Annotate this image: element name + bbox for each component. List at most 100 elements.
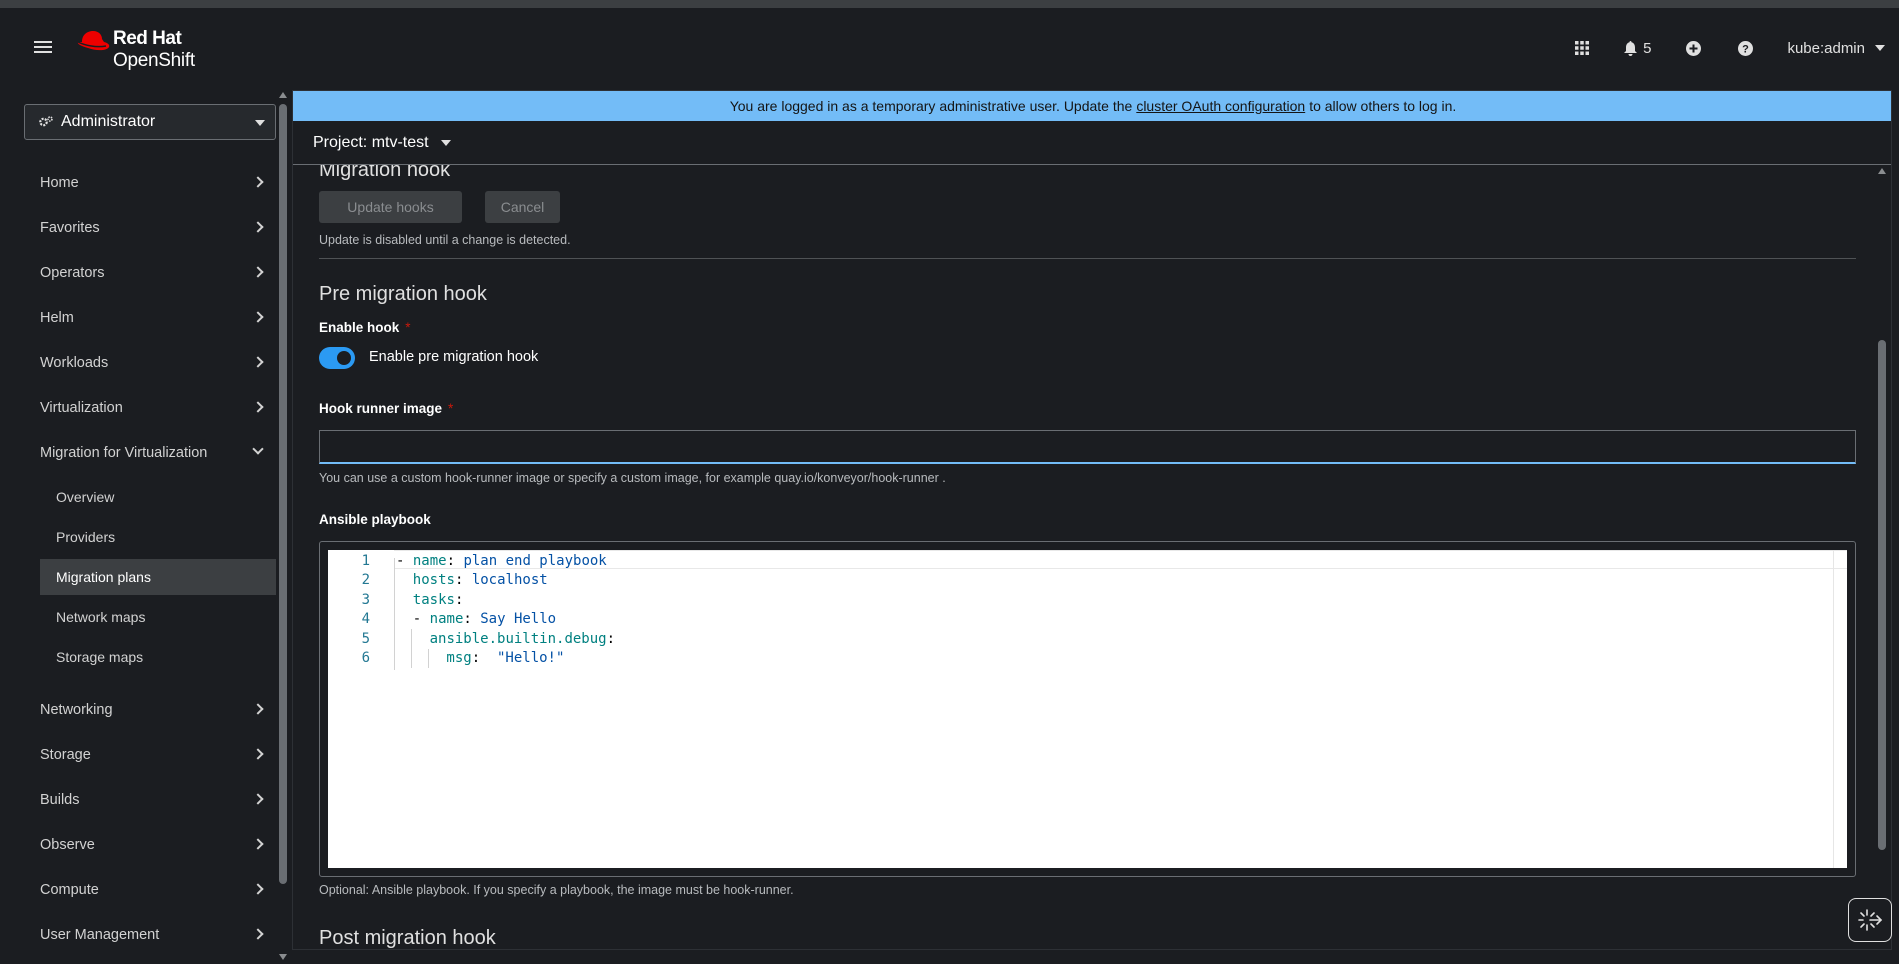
redhat-openshift-logo[interactable]: Red Hat OpenShift xyxy=(76,28,216,78)
code-line: 4 - name: Say Hello xyxy=(328,609,1828,629)
enable-pre-migration-hook-toggle[interactable] xyxy=(319,347,355,369)
yaml-colon: : xyxy=(463,611,481,627)
indent-guide xyxy=(394,609,395,629)
page-scrollbar[interactable] xyxy=(1876,164,1888,944)
yaml-colon: : xyxy=(606,630,616,647)
user-menu[interactable]: kube:admin xyxy=(1787,40,1885,57)
sidebar-subitem-overview[interactable]: Overview xyxy=(40,479,276,515)
perspective-switcher[interactable]: Administrator xyxy=(24,104,276,140)
sidebar-subitem-providers[interactable]: Providers xyxy=(40,519,276,555)
chevron-right-icon xyxy=(252,266,264,278)
code-line: 3 tasks: xyxy=(328,590,1828,610)
chevron-right-icon xyxy=(252,928,264,940)
yaml-value: plan end playbook xyxy=(463,552,607,569)
line-number: 6 xyxy=(361,650,370,666)
sidebar-item-user-management[interactable]: User Management xyxy=(24,913,276,957)
sidebar-subitem-storage-maps[interactable]: Storage maps xyxy=(40,639,276,675)
chevron-right-icon xyxy=(252,793,264,805)
sidebar-item-label: Compute xyxy=(40,882,99,898)
lightspeed-assistant-button[interactable] xyxy=(1848,898,1892,942)
sidebar-item-migration-for-virtualization[interactable]: Migration for Virtualization xyxy=(24,431,276,475)
sidebar-subitem-network-maps[interactable]: Network maps xyxy=(40,599,276,635)
editor-scrollbar[interactable] xyxy=(1833,550,1847,868)
temporary-admin-banner: You are logged in as a temporary adminis… xyxy=(293,91,1891,121)
sidebar-item-workloads[interactable]: Workloads xyxy=(24,341,276,385)
notifications-button[interactable]: 5 xyxy=(1624,40,1651,57)
main-content: You are logged in as a temporary adminis… xyxy=(292,90,1892,950)
indent-guide xyxy=(410,629,412,649)
banner-text-after: to allow others to log in. xyxy=(1309,98,1457,114)
page-scrollbar-thumb[interactable] xyxy=(1878,340,1886,850)
cancel-button[interactable]: Cancel xyxy=(485,191,560,223)
sidebar-item-label: Migration for Virtualization xyxy=(40,445,208,461)
sidebar-item-favorites[interactable]: Favorites xyxy=(24,206,276,250)
pre-migration-hook-title: Pre migration hook xyxy=(319,283,487,305)
yaml-dash: - xyxy=(396,552,413,569)
line-number: 5 xyxy=(361,630,370,647)
scroll-down-arrow-icon[interactable] xyxy=(279,954,287,960)
chevron-right-icon xyxy=(252,703,264,715)
sidebar-scrollbar[interactable] xyxy=(278,88,288,964)
scroll-up-arrow-icon[interactable] xyxy=(1878,168,1886,174)
project-label: Project: mtv-test xyxy=(313,133,429,151)
indent-guide xyxy=(427,648,429,668)
cluster-oauth-link[interactable]: cluster OAuth configuration xyxy=(1136,98,1305,114)
plus-circle-icon[interactable] xyxy=(1683,38,1703,58)
code-text: hosts: localhost xyxy=(413,572,548,588)
indent-guide xyxy=(394,629,395,649)
sidebar-scrollbar-thumb[interactable] xyxy=(279,104,287,884)
section-divider xyxy=(319,258,1856,259)
indent-guide xyxy=(394,590,395,610)
sidebar-item-label: Networking xyxy=(40,702,113,718)
ansible-playbook-helper: Optional: Ansible playbook. If you speci… xyxy=(319,883,794,897)
masthead: Red Hat OpenShift 5 ? kube:admin xyxy=(0,8,1899,88)
sidebar-item-label: Virtualization xyxy=(40,400,123,416)
sidebar-item-label: Builds xyxy=(40,792,80,808)
sidebar-item-networking[interactable]: Networking xyxy=(24,688,276,732)
yaml-colon: : xyxy=(471,650,489,666)
enable-pre-migration-hook-label: Enable pre migration hook xyxy=(369,349,539,365)
code-text: msg: "Hello!" xyxy=(446,650,564,666)
sidebar-item-helm[interactable]: Helm xyxy=(24,296,276,340)
menu-icon[interactable] xyxy=(34,38,52,56)
code-text: ansible.builtin.debug: xyxy=(430,631,615,647)
toggle-knob xyxy=(337,351,351,365)
yaml-dash: - xyxy=(412,611,430,627)
sidebar-subitem-migration-plans[interactable]: Migration plans xyxy=(40,559,276,595)
app-launcher-icon[interactable] xyxy=(1572,38,1592,58)
yaml-key: tasks xyxy=(412,591,455,608)
chevron-right-icon xyxy=(252,401,264,413)
project-selector[interactable]: Project: mtv-test xyxy=(293,121,1891,165)
sidebar-item-virtualization[interactable]: Virtualization xyxy=(24,386,276,430)
sidebar-item-compute[interactable]: Compute xyxy=(24,868,276,912)
yaml-key: ansible.builtin.debug xyxy=(429,630,607,647)
yaml-value: localhost xyxy=(471,572,548,588)
sidebar-item-observe[interactable]: Observe xyxy=(24,823,276,867)
scroll-up-arrow-icon[interactable] xyxy=(279,92,287,98)
hook-runner-image-input[interactable] xyxy=(319,430,1856,464)
sidebar-item-label: Storage xyxy=(40,747,91,763)
sidebar-item-label: Favorites xyxy=(40,220,100,236)
sidebar-item-storage[interactable]: Storage xyxy=(24,733,276,777)
sidebar-subitem-label: Migration plans xyxy=(56,569,151,585)
chevron-right-icon xyxy=(252,311,264,323)
code-text: - name: plan end playbook xyxy=(396,553,607,569)
user-name: kube:admin xyxy=(1787,39,1865,57)
chevron-down-icon xyxy=(440,139,451,146)
sidebar-item-builds[interactable]: Builds xyxy=(24,778,276,822)
chevron-right-icon xyxy=(252,356,264,368)
update-hooks-button[interactable]: Update hooks xyxy=(319,191,462,223)
chevron-right-icon xyxy=(252,221,264,233)
chevron-down-icon xyxy=(255,120,265,126)
required-mark: * xyxy=(405,320,411,335)
sidebar-item-home[interactable]: Home xyxy=(24,161,276,205)
sidebar-subitem-label: Network maps xyxy=(56,609,146,625)
hook-runner-image-label-text: Hook runner image xyxy=(319,401,443,416)
code-line: 6 msg: "Hello!" xyxy=(328,648,1828,668)
ansible-playbook-code-editor[interactable]: 1 - name: plan end playbook 2 hosts: localh… xyxy=(328,550,1847,868)
sidebar-item-operators[interactable]: Operators xyxy=(24,251,276,295)
chevron-right-icon xyxy=(252,176,264,188)
banner-text-before: You are logged in as a temporary adminis… xyxy=(729,98,1133,114)
post-migration-hook-title: Post migration hook xyxy=(319,927,496,949)
help-icon[interactable]: ? xyxy=(1735,38,1755,58)
